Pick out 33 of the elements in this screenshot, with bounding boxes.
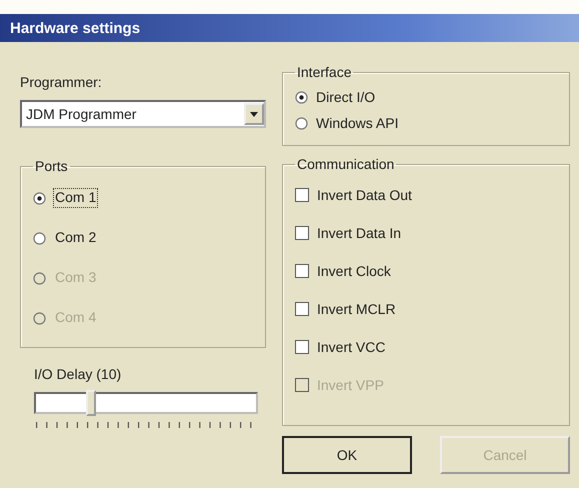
checkbox[interactable] <box>295 264 309 278</box>
radio-button[interactable] <box>33 192 46 204</box>
dialog-button[interactable]: OK <box>282 436 412 474</box>
checkbox[interactable] <box>295 226 309 240</box>
checkbox-label: Invert VPP <box>317 377 384 393</box>
radio-label: Com 4 <box>54 309 98 327</box>
group-title: Interface <box>296 64 352 80</box>
checkbox[interactable] <box>295 302 309 316</box>
dropdown-caret-icon <box>250 112 258 116</box>
radio-label: Com 2 <box>54 229 98 247</box>
radio-label: Windows API <box>316 115 398 131</box>
checkbox[interactable] <box>295 188 309 202</box>
checkbox[interactable] <box>295 340 309 354</box>
group-title: Ports <box>34 158 69 174</box>
checkbox-label: Invert VCC <box>317 339 386 355</box>
radio-button[interactable] <box>295 116 308 130</box>
checkbox-label: Invert Clock <box>317 263 391 279</box>
group-title: Communication <box>296 156 396 172</box>
checkbox-label: Invert MCLR <box>317 301 396 317</box>
radio-label: Com 1 <box>54 189 98 207</box>
checkbox-label: Invert Data Out <box>317 187 412 203</box>
radio-label: Com 3 <box>54 269 98 287</box>
radio-label: Direct I/O <box>316 89 376 105</box>
programmer-dropdown[interactable]: JDM Programmer <box>20 100 266 128</box>
io-delay-label: I/O Delay (10) <box>34 366 122 382</box>
window-title: Hardware settings <box>10 20 140 36</box>
radio-button[interactable] <box>33 232 46 244</box>
slider-ticks-icon <box>36 422 254 428</box>
delay-slider[interactable] <box>34 392 258 414</box>
programmer-label: Programmer: <box>20 74 103 90</box>
radio-button[interactable] <box>295 90 308 104</box>
slider-thumb[interactable] <box>86 390 96 416</box>
checkbox-label: Invert Data In <box>317 225 402 241</box>
